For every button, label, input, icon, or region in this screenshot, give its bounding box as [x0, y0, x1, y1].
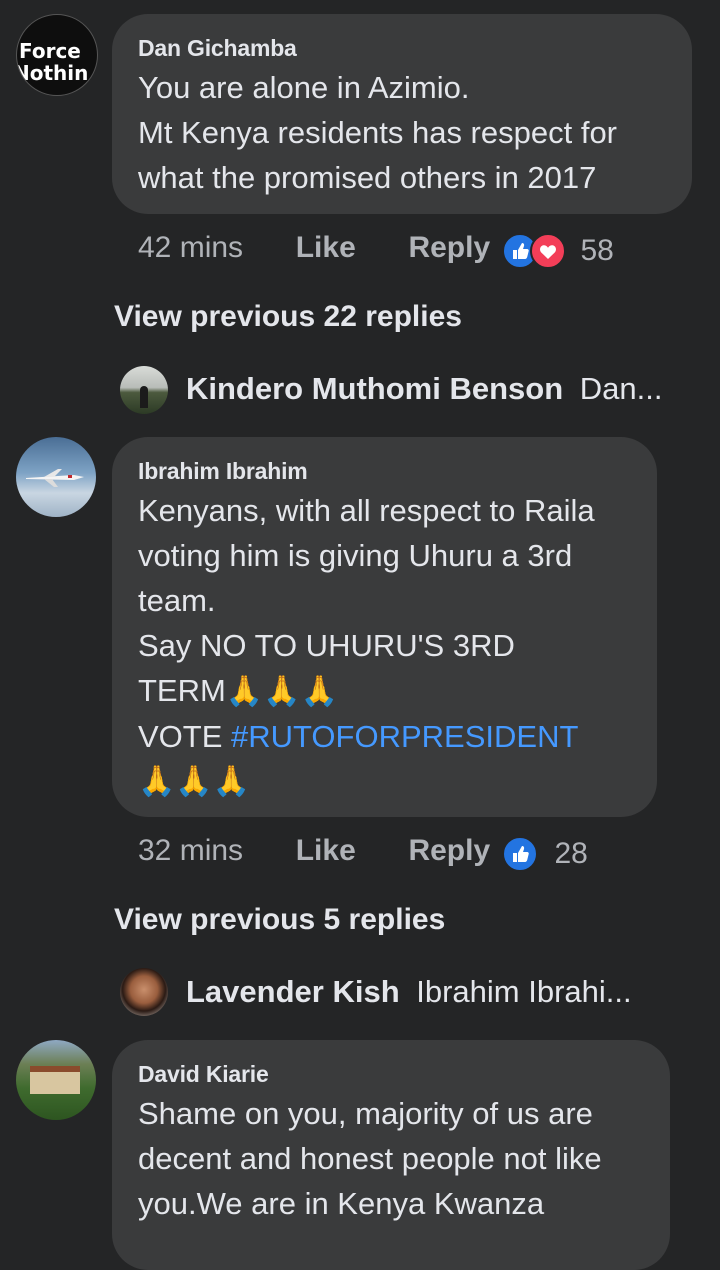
reply-preview[interactable]: Lavender Kish Ibrahim Ibrahi...: [186, 974, 632, 1010]
comment-line: voting him is giving Uhuru a 3rd: [138, 538, 573, 573]
comment-line: decent and honest people not like: [138, 1141, 602, 1176]
love-icon: [530, 233, 566, 269]
comment-line: Say NO TO UHURU'S 3RD: [138, 628, 515, 663]
comment-line-term: TERM: [138, 673, 226, 708]
pray-emoji: 🙏🙏🙏: [225, 675, 338, 708]
airplane-icon: [26, 469, 84, 487]
comment-actions: 42 mins Like Reply: [138, 231, 490, 265]
comment-line: Shame on you, majority of us are: [138, 1096, 593, 1131]
avatar-dan-gichamba[interactable]: Force Nothin: [16, 14, 98, 96]
like-button[interactable]: Like: [296, 834, 356, 867]
avatar-text-line-2: Nothin: [16, 61, 89, 85]
comment-author[interactable]: Dan Gichamba: [138, 35, 297, 62]
comment-line: you.We are in Kenya Kwanza: [138, 1186, 545, 1221]
avatar-ibrahim-ibrahim[interactable]: [16, 437, 96, 517]
reply-button[interactable]: Reply: [408, 231, 490, 264]
comment-text: Shame on you, majority of us are decent …: [138, 1091, 602, 1226]
comment-actions: 32 mins Like Reply: [138, 834, 490, 868]
avatar-figure: [140, 386, 148, 408]
avatar-building: [30, 1066, 80, 1094]
comment-text: Kenyans, with all respect to Raila votin…: [138, 488, 595, 804]
comment-bubble[interactable]: David Kiarie Shame on you, majority of u…: [112, 1040, 670, 1270]
avatar-text-line-1: Force: [19, 39, 81, 63]
comment-line: VOTE #RUTOFORPRESIDENT: [138, 714, 595, 759]
reaction-count: 28: [554, 837, 588, 870]
comment-author[interactable]: Ibrahim Ibrahim: [138, 458, 308, 485]
comment-line: team.: [138, 583, 216, 618]
comment-line: You are alone in Azimio.: [138, 70, 470, 105]
reaction-summary[interactable]: 58: [502, 233, 614, 269]
vote-label: VOTE: [138, 719, 223, 754]
comment-text: You are alone in Azimio. Mt Kenya reside…: [138, 65, 617, 200]
avatar-lavender-kish[interactable]: [120, 968, 168, 1016]
hashtag-link[interactable]: #RUTOFORPRESIDENT: [231, 719, 578, 754]
reaction-summary[interactable]: 28: [502, 836, 588, 872]
comment-author[interactable]: David Kiarie: [138, 1061, 269, 1088]
reply-author[interactable]: Lavender Kish: [186, 974, 400, 1009]
reply-snippet: Dan...: [579, 371, 663, 406]
comment-timestamp[interactable]: 42 mins: [138, 231, 243, 264]
comment-bubble[interactable]: Dan Gichamba You are alone in Azimio. Mt…: [112, 14, 692, 214]
reply-button[interactable]: Reply: [408, 834, 490, 867]
reply-preview[interactable]: Kindero Muthomi Benson Dan...: [186, 371, 663, 407]
like-button[interactable]: Like: [296, 231, 356, 264]
comment-line: Mt Kenya residents has respect for: [138, 115, 618, 150]
comment-line: Kenyans, with all respect to Raila: [138, 493, 595, 528]
pray-emoji: 🙏🙏🙏: [138, 765, 251, 798]
reaction-count: 58: [580, 234, 614, 267]
comment-bubble[interactable]: Ibrahim Ibrahim Kenyans, with all respec…: [112, 437, 657, 817]
reply-snippet: Ibrahim Ibrahi...: [416, 974, 632, 1009]
reply-author[interactable]: Kindero Muthomi Benson: [186, 371, 563, 406]
view-previous-replies[interactable]: View previous 22 replies: [114, 300, 462, 334]
like-icon: [502, 836, 538, 872]
avatar-david-kiarie[interactable]: [16, 1040, 96, 1120]
comment-line: TERM🙏🙏🙏: [138, 668, 595, 714]
comment-timestamp[interactable]: 32 mins: [138, 834, 243, 867]
avatar-kindero[interactable]: [120, 366, 168, 414]
comment-line: what the promised others in 2017: [138, 160, 597, 195]
view-previous-replies[interactable]: View previous 5 replies: [114, 903, 445, 937]
